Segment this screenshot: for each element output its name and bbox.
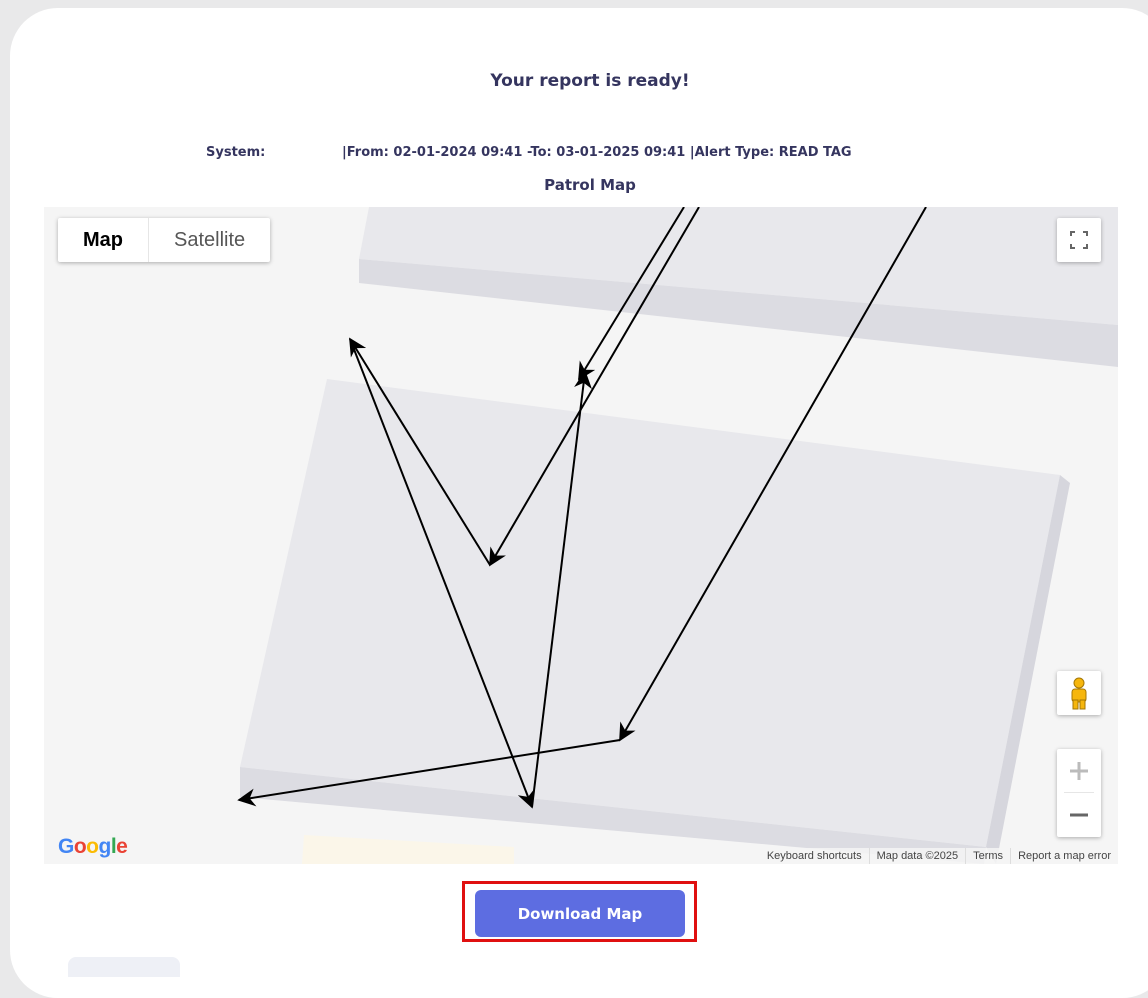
bottom-tab-fragment xyxy=(68,957,180,977)
report-card: Your report is ready! System: |From: 02-… xyxy=(10,8,1148,998)
zoom-out-button[interactable] xyxy=(1057,793,1101,837)
zoom-out-icon xyxy=(1070,813,1088,817)
map-data-text: Map data ©2025 xyxy=(868,848,966,864)
street-view-button[interactable] xyxy=(1057,671,1101,715)
download-map-button[interactable]: Download Map xyxy=(475,890,685,937)
zoom-control xyxy=(1057,749,1101,837)
report-range-info: |From: 02-01-2024 09:41 -To: 03-01-2025 … xyxy=(342,145,852,160)
page-title: Your report is ready! xyxy=(490,71,690,91)
google-logo[interactable]: Google xyxy=(58,835,128,859)
zoom-in-button[interactable] xyxy=(1057,749,1101,793)
pegman-icon xyxy=(1071,677,1087,710)
map-attribution: Keyboard shortcuts Map data ©2025 Terms … xyxy=(759,848,1118,864)
map-type-control: Map Satellite xyxy=(58,218,271,262)
report-map-error-link[interactable]: Report a map error xyxy=(1010,848,1118,864)
patrol-map[interactable]: Map Satellite Google Keyboard shortcuts … xyxy=(44,207,1118,864)
keyboard-shortcuts-link[interactable]: Keyboard shortcuts xyxy=(760,848,869,864)
map-subtitle: Patrol Map xyxy=(544,176,636,194)
fullscreen-button[interactable] xyxy=(1057,218,1101,262)
map-type-map-button[interactable]: Map xyxy=(58,218,148,262)
map-building-main xyxy=(240,379,1060,847)
system-label: System: xyxy=(206,145,266,160)
map-type-satellite-button[interactable]: Satellite xyxy=(148,218,270,262)
terms-link[interactable]: Terms xyxy=(965,848,1010,864)
map-canvas xyxy=(237,207,1118,864)
zoom-in-icon xyxy=(1070,762,1088,780)
fullscreen-icon xyxy=(1070,231,1088,249)
map-plot-yellow xyxy=(302,835,514,864)
